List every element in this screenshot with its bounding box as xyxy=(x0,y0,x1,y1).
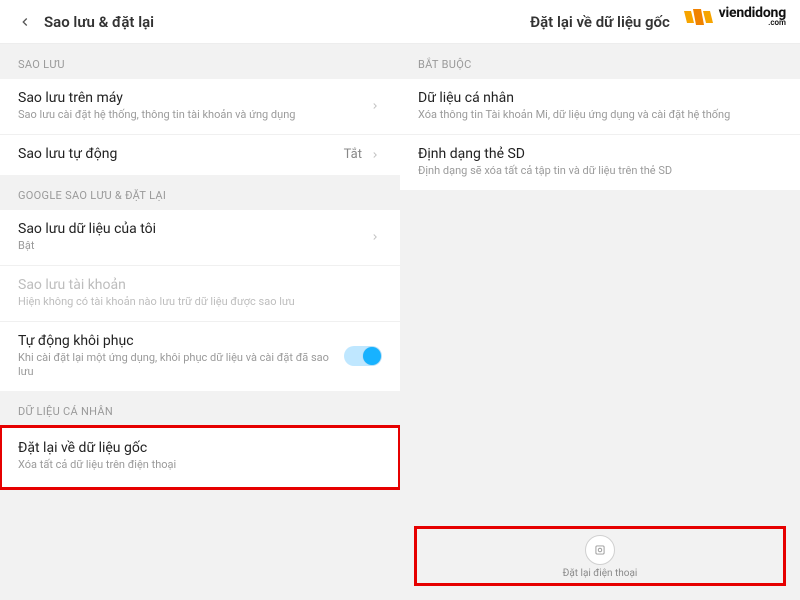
reset-phone-label: Đặt lại điện thoại xyxy=(421,568,779,579)
item-factory-reset[interactable]: Đặt lại về dữ liệu gốc Xóa tất cả dữ liệ… xyxy=(0,426,400,489)
section-label-google: GOOGLE SAO LƯU & ĐẶT LẠI xyxy=(0,175,400,210)
item-auto-restore[interactable]: Tự động khôi phục Khi cài đặt lại một ứn… xyxy=(0,322,400,392)
reset-phone-button[interactable]: Đặt lại điện thoại xyxy=(414,526,786,586)
right-body: Đặt lại điện thoại xyxy=(400,190,800,600)
item-title: Sao lưu tự động xyxy=(18,146,344,162)
item-sub: Hiện không có tài khoản nào lưu trữ dữ l… xyxy=(18,295,382,310)
item-sub: Sao lưu cài đặt hệ thống, thông tin tài … xyxy=(18,108,368,123)
item-backup-mydata[interactable]: Sao lưu dữ liệu của tôi Bật xyxy=(0,210,400,266)
chevron-right-icon xyxy=(368,99,382,113)
toggle-knob xyxy=(363,347,381,365)
item-sub: Bật xyxy=(18,239,368,254)
item-title: Sao lưu trên máy xyxy=(18,90,368,106)
item-sub: Xóa tất cả dữ liệu trên điện thoại xyxy=(18,458,382,473)
item-sub: Khi cài đặt lại một ứng dụng, khôi phục … xyxy=(18,351,344,381)
item-format-sd[interactable]: Định dạng thẻ SD Định dạng sẽ xóa tất cả… xyxy=(400,135,800,190)
left-header: Sao lưu & đặt lại xyxy=(0,0,400,44)
right-header-title: Đặt lại về dữ liệu gốc xyxy=(530,13,670,31)
item-title: Dữ liệu cá nhân xyxy=(418,90,782,106)
item-auto-backup[interactable]: Sao lưu tự động Tắt xyxy=(0,135,400,175)
right-screen: Đặt lại về dữ liệu gốc BẮT BUỘC Dữ liệu … xyxy=(400,0,800,600)
item-title: Sao lưu tài khoản xyxy=(18,277,382,293)
left-header-title: Sao lưu & đặt lại xyxy=(44,13,154,31)
item-sub: Xóa thông tin Tài khoản Mi, dữ liệu ứng … xyxy=(418,108,782,123)
item-title: Định dạng thẻ SD xyxy=(418,146,782,162)
watermark: viendidong .com xyxy=(684,6,786,27)
section-label-required: BẮT BUỘC xyxy=(400,44,800,79)
item-title: Đặt lại về dữ liệu gốc xyxy=(18,440,382,456)
watermark-logo-icon xyxy=(684,7,714,27)
item-sub: Định dạng sẽ xóa tất cả tập tin và dữ li… xyxy=(418,164,782,179)
auto-restore-toggle[interactable] xyxy=(344,346,382,366)
item-backup-account: Sao lưu tài khoản Hiện không có tài khoả… xyxy=(0,266,400,322)
item-local-backup[interactable]: Sao lưu trên máy Sao lưu cài đặt hệ thốn… xyxy=(0,79,400,135)
item-title: Tự động khôi phục xyxy=(18,333,344,349)
section-label-personal: DỮ LIỆU CÁ NHÂN xyxy=(0,391,400,426)
item-title: Sao lưu dữ liệu của tôi xyxy=(18,221,368,237)
chevron-right-icon xyxy=(368,230,382,244)
item-value: Tắt xyxy=(344,147,362,162)
reset-icon xyxy=(585,535,615,565)
back-button[interactable] xyxy=(14,11,36,33)
left-screen: Sao lưu & đặt lại SAO LƯU Sao lưu trên m… xyxy=(0,0,400,600)
section-label-backup: SAO LƯU xyxy=(0,44,400,79)
item-personal-data[interactable]: Dữ liệu cá nhân Xóa thông tin Tài khoản … xyxy=(400,79,800,135)
chevron-right-icon xyxy=(368,148,382,162)
